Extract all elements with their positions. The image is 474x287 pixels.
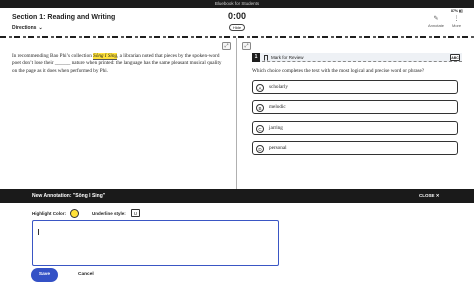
annotation-panel: Highlight Color: Underline style: U Save… [0, 203, 474, 287]
highlighted-annotation[interactable]: Sông I Sing [93, 53, 118, 60]
hide-timer-button[interactable]: Hide [229, 23, 245, 31]
choice-text: scholarly [269, 84, 289, 90]
underline-style-label: Underline style: [92, 211, 126, 216]
battery-status: 87% ▮▯ [451, 9, 463, 13]
more-label: More [452, 23, 462, 28]
more-button[interactable]: ⋮ More [452, 16, 461, 28]
timer: 0:00 [228, 11, 247, 21]
underline-style-button[interactable]: U [131, 209, 140, 217]
question-number: 1 [252, 53, 260, 62]
choice-d[interactable]: D personal [252, 141, 458, 155]
choice-letter: B [256, 103, 264, 112]
pencil-icon: ✎ [433, 16, 439, 22]
highlight-color-label: Highlight Color: [32, 211, 66, 216]
highlight-color-swatch[interactable] [70, 209, 79, 218]
choice-text: melodic [269, 104, 286, 110]
annotate-label: Annotate [428, 23, 445, 28]
more-dots-icon: ⋮ [453, 16, 460, 22]
question-header-bar: 1 Mark for Review ABC [252, 53, 462, 62]
window-title-bar: Bluebook for Students [0, 0, 474, 8]
bookmark-icon[interactable] [264, 55, 268, 61]
annotation-title: New Annotation: "Sông I Sing" [32, 192, 106, 199]
passage-text: In recommending Bao Phi’s collection Sôn… [12, 53, 222, 75]
section-title: Section 1: Reading and Writing [12, 14, 116, 21]
annotation-bar: New Annotation: "Sông I Sing" CLOSE ✕ [0, 189, 474, 203]
choice-text: personal [269, 145, 287, 151]
window-title: Bluebook for Students [214, 1, 260, 6]
passage-before: In recommending Bao Phi’s collection [12, 53, 94, 59]
choice-b[interactable]: B melodic [252, 100, 458, 114]
choice-letter: A [256, 83, 264, 92]
annotation-note-input[interactable] [32, 220, 279, 266]
choice-a[interactable]: A scholarly [252, 80, 458, 94]
directions-label: Directions [12, 25, 37, 31]
text-caret [38, 229, 39, 235]
mark-for-review[interactable]: Mark for Review [271, 55, 304, 61]
choice-letter: C [256, 124, 264, 133]
expand-passage-icon[interactable]: ⤢ [222, 42, 231, 50]
cancel-button[interactable]: Cancel [78, 272, 94, 277]
choice-c[interactable]: C jarring [252, 121, 458, 135]
test-header: Section 1: Reading and Writing Direction… [0, 8, 474, 36]
expand-question-icon[interactable]: ⤢ [242, 42, 251, 50]
choice-text: jarring [269, 125, 283, 131]
save-button[interactable]: Save [31, 268, 58, 282]
answer-eliminator-button[interactable]: ABC [450, 54, 460, 61]
directions-toggle[interactable]: Directions ⌄ [12, 25, 43, 31]
question-prompt: Which choice completes the text with the… [252, 68, 425, 74]
close-annotation-button[interactable]: CLOSE ✕ [419, 193, 440, 199]
chevron-down-icon: ⌄ [38, 25, 43, 31]
choice-letter: D [256, 144, 264, 153]
annotate-button[interactable]: ✎ Annotate [428, 16, 444, 28]
passage-pane: ⤢ In recommending Bao Phi’s collection S… [0, 38, 236, 189]
question-pane: ⤢ 1 Mark for Review ABC Which choice com… [237, 38, 474, 189]
